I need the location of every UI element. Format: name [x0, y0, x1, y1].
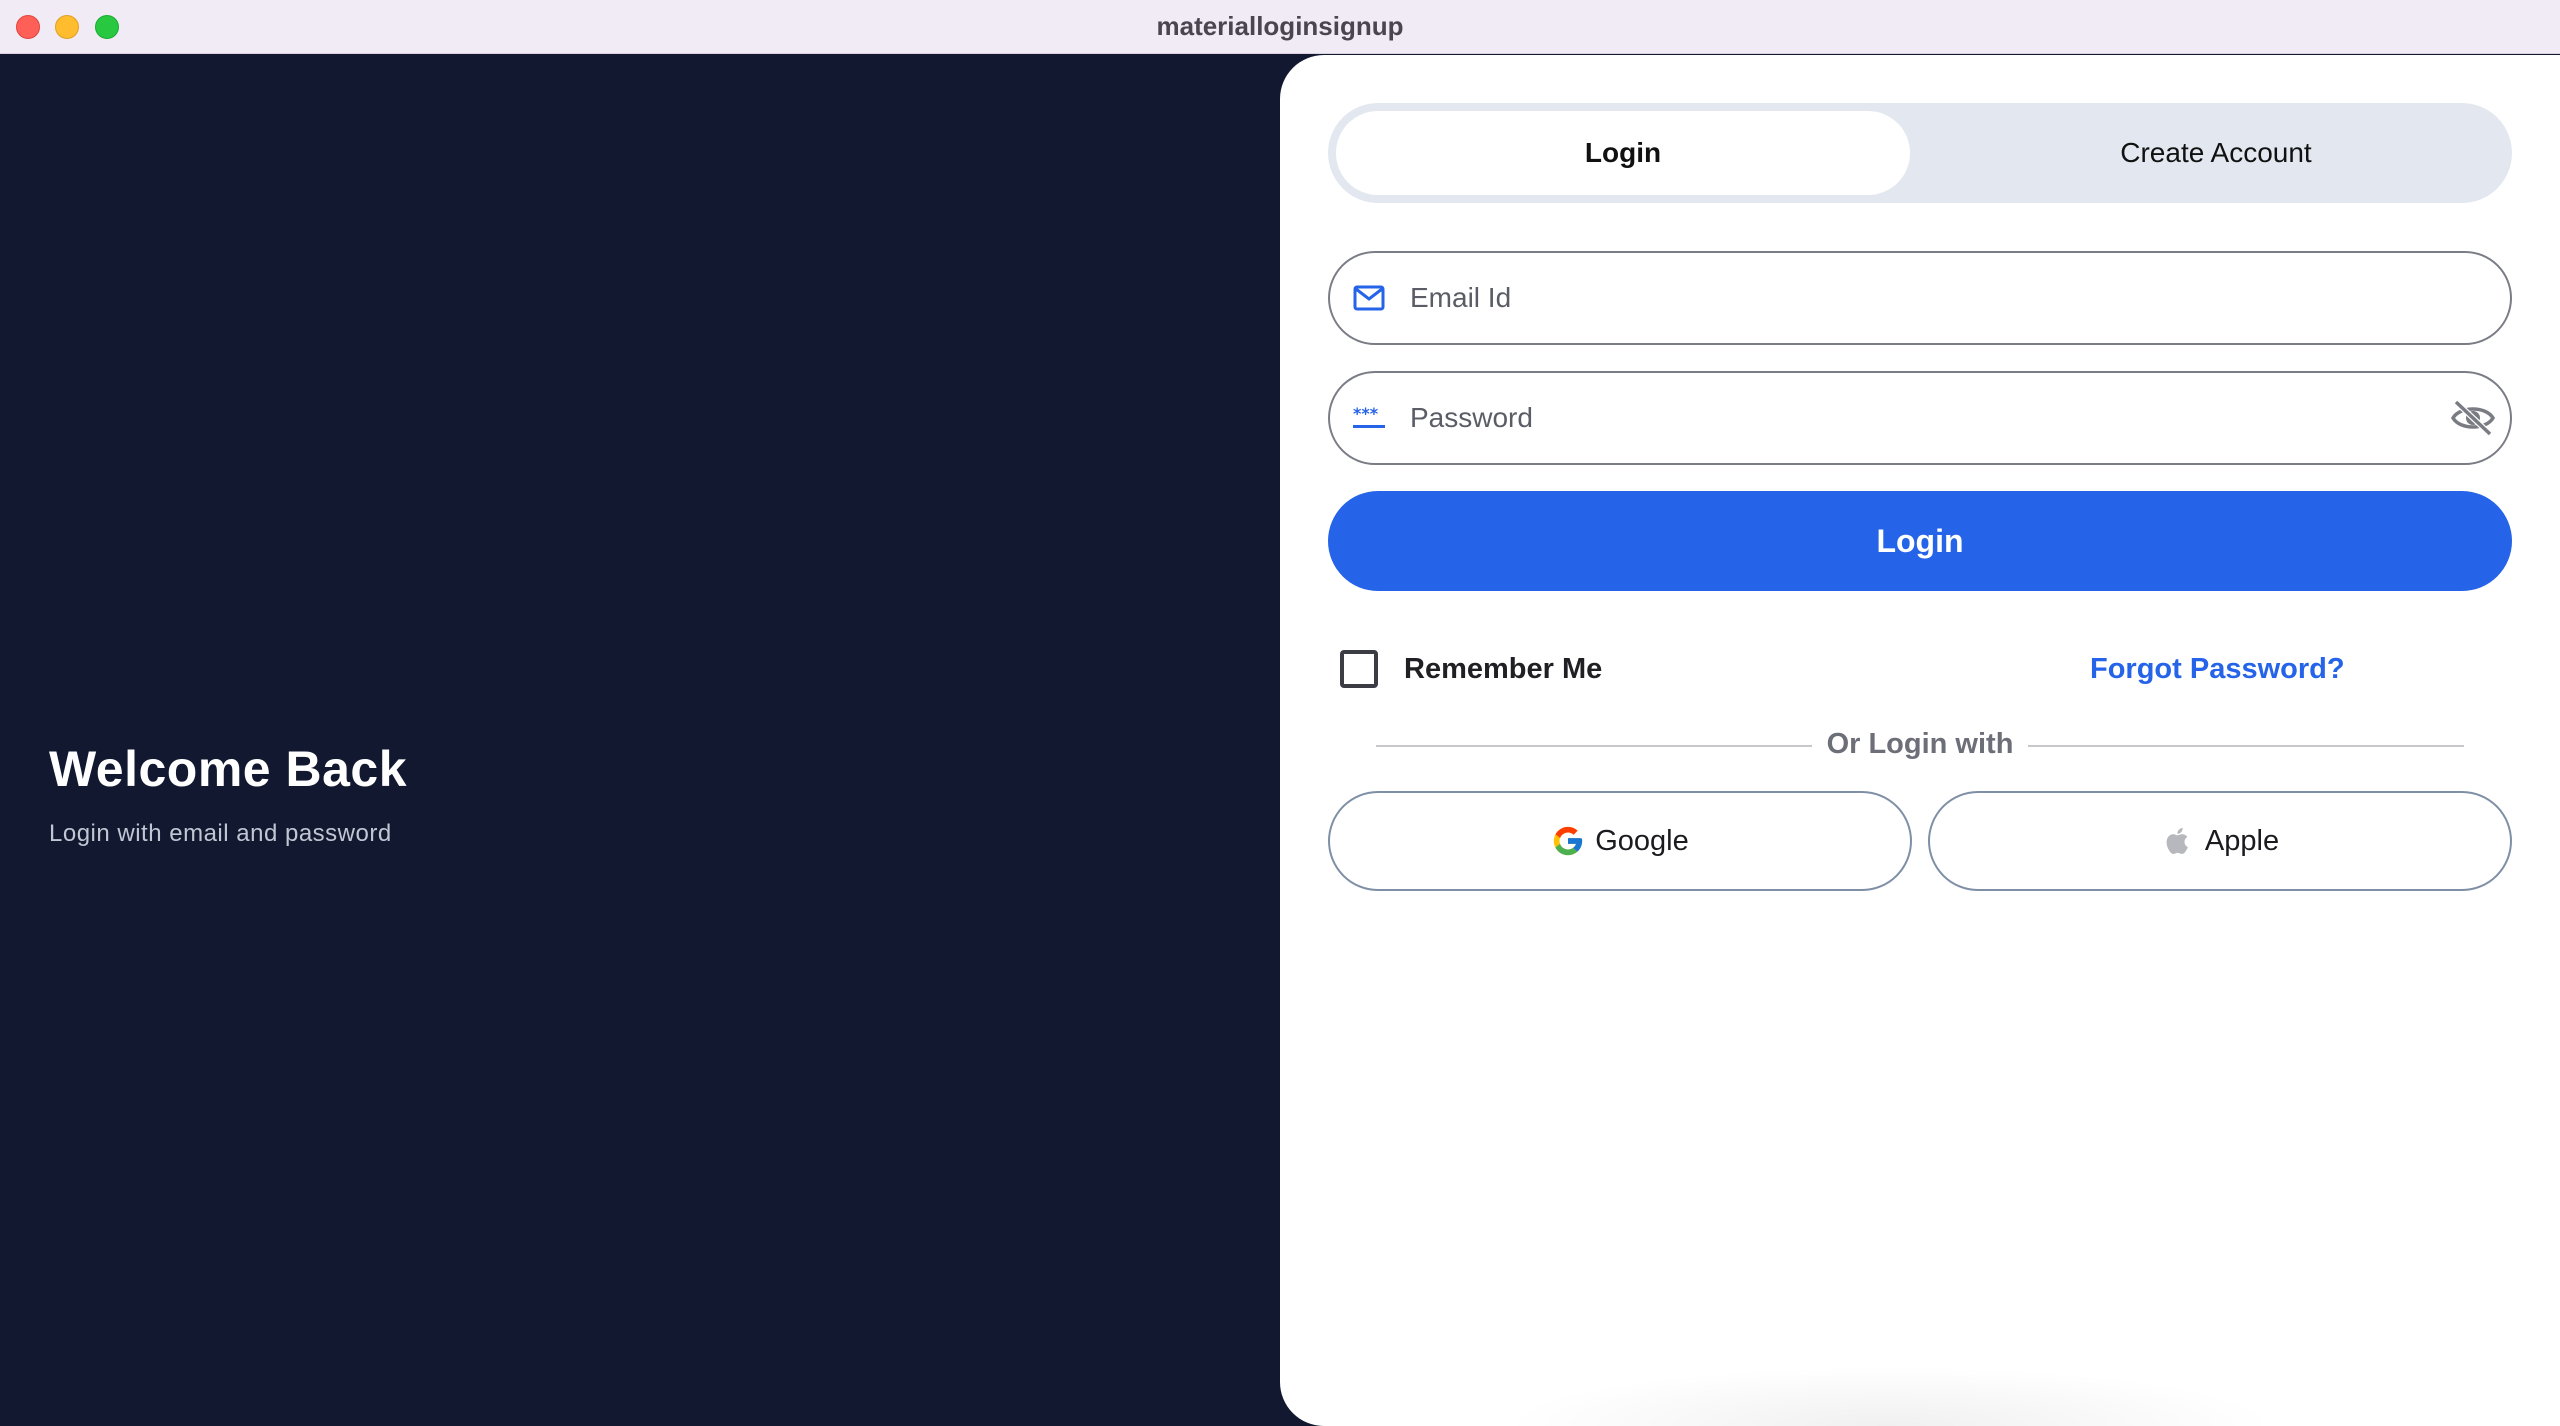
google-icon: [1554, 826, 1583, 856]
mail-icon: [1353, 285, 1385, 311]
eye-off-icon[interactable]: [2450, 397, 2496, 439]
welcome-panel: Welcome Back Login with email and passwo…: [0, 55, 1300, 1426]
divider-left: [1376, 745, 1812, 747]
bottom-shade: [1500, 1366, 2280, 1426]
title-bar: materialloginsignup: [0, 0, 2560, 54]
window-title: materialloginsignup: [1156, 11, 1404, 41]
app-window: materialloginsignup Welcome Back Login w…: [0, 0, 2560, 1426]
auth-tabs: Login Create Account: [1328, 103, 2512, 203]
email-input[interactable]: [1410, 253, 2410, 343]
tab-login[interactable]: Login: [1336, 111, 1910, 195]
forgot-password-link[interactable]: Forgot Password?: [2090, 653, 2345, 686]
login-button[interactable]: Login: [1328, 491, 2512, 591]
google-label: Google: [1595, 824, 1689, 857]
auth-card: Login Create Account *** Login: [1280, 55, 2560, 1426]
remember-me-checkbox[interactable]: [1340, 650, 1378, 688]
divider-right: [2028, 745, 2464, 747]
password-input[interactable]: [1410, 373, 2410, 463]
welcome-heading: Welcome Back: [49, 741, 408, 797]
divider-text: Or Login with: [1826, 728, 2014, 760]
apple-icon: [2166, 827, 2188, 854]
remember-me-label[interactable]: Remember Me: [1404, 653, 1602, 686]
tab-create-account[interactable]: Create Account: [1928, 111, 2504, 195]
welcome-subheading: Login with email and password: [49, 820, 392, 847]
password-dots-icon: ***: [1353, 404, 1385, 428]
email-field: [1328, 251, 2512, 345]
password-field: ***: [1328, 371, 2512, 465]
svg-text:***: ***: [1353, 404, 1379, 423]
google-login-button[interactable]: Google: [1328, 791, 1912, 891]
apple-login-button[interactable]: Apple: [1928, 791, 2512, 891]
apple-label: Apple: [2204, 824, 2280, 857]
